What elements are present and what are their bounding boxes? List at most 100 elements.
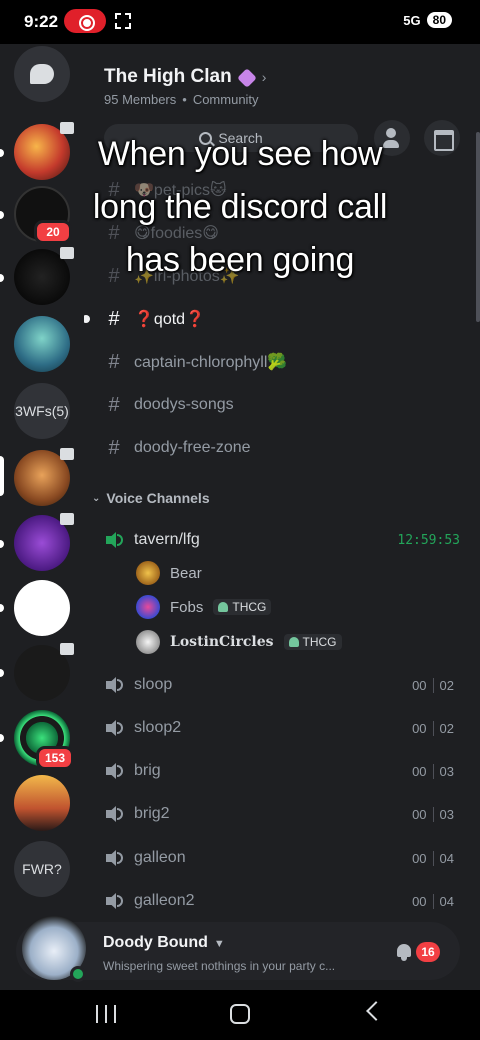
server-header[interactable]: The High Clan › 95 MembersCommunity: [104, 66, 266, 107]
user-limit-value: 04: [432, 850, 460, 866]
mushroom-icon: [218, 602, 229, 612]
server-folder[interactable]: 3WFs(5): [14, 383, 70, 439]
server-icon-6[interactable]: [14, 513, 74, 571]
hash-icon: #: [108, 221, 120, 244]
hash-icon: #: [108, 350, 120, 373]
screen-share-icon: [60, 122, 74, 134]
unread-pill: [0, 734, 4, 742]
voice-user-lostincircles[interactable]: LostinCircles THCG: [136, 627, 342, 657]
server-type: Community: [176, 92, 258, 107]
recent-apps-button[interactable]: [96, 1005, 116, 1023]
voice-channel-tavern-lfg[interactable]: tavern/lfg 12:59:53: [104, 523, 464, 557]
server-icon-10[interactable]: [14, 775, 70, 831]
hash-icon: #: [108, 436, 120, 459]
channel-captain-chlorophyll[interactable]: # captain-chlorophyll🥦: [104, 345, 464, 379]
status-bar: 9:22 5G 80: [0, 0, 480, 44]
voice-channel-sloop[interactable]: sloop 00 02: [104, 668, 464, 702]
channel-name: ✨irl-photos✨: [134, 268, 240, 285]
voice-channel-galleon[interactable]: galleon 00 04: [104, 841, 464, 875]
chevron-down-icon: ⌄: [92, 492, 101, 504]
server-icon-savage-squad[interactable]: 20: [14, 186, 72, 244]
direct-messages-button[interactable]: [14, 46, 70, 102]
channel-doody-free-zone[interactable]: # doody-free-zone: [104, 431, 464, 465]
system-nav-bar: [0, 990, 480, 1040]
voice-channel-name: brig: [134, 762, 161, 779]
scrollbar[interactable]: [476, 132, 480, 322]
server-fwr[interactable]: FWR?: [14, 841, 70, 897]
screen-record-icon[interactable]: [64, 9, 106, 33]
channel-doodys-songs[interactable]: # doodys-songs: [104, 388, 464, 422]
avatar: [136, 630, 160, 654]
channel-qotd[interactable]: # ❓qotd❓: [84, 302, 464, 336]
members-button[interactable]: [374, 120, 410, 156]
speaker-icon: [60, 643, 74, 655]
channel-list: The High Clan › 95 MembersCommunity Searc…: [84, 44, 480, 990]
user-count: 00: [412, 806, 427, 822]
voice-channel-name: tavern/lfg: [134, 531, 200, 548]
server-icon-9[interactable]: 153: [14, 710, 74, 770]
channel-irl-photos[interactable]: # ✨irl-photos✨: [104, 259, 464, 293]
voice-channel-name: galleon2: [134, 892, 195, 909]
server-icon-high-clan[interactable]: [14, 448, 74, 506]
speaker-icon: [104, 805, 124, 823]
server-icon-4[interactable]: [14, 316, 70, 372]
channel-pet-pics[interactable]: # 🐶pet-pics🐱: [104, 173, 464, 207]
voice-channel-galleon2[interactable]: galleon2 00 04: [104, 884, 464, 918]
speaker-icon: [104, 719, 124, 737]
mushroom-icon: [288, 637, 299, 647]
voice-user-name: Bear: [170, 564, 202, 582]
home-button[interactable]: [230, 1004, 250, 1024]
notification-badge: 16: [416, 942, 440, 962]
server-icon-1[interactable]: [14, 122, 74, 180]
clan-tag-label: THCG: [302, 635, 337, 649]
chevron-right-icon: ›: [261, 69, 267, 85]
hash-icon: #: [108, 178, 120, 201]
user-name-label: Doody Bound: [103, 934, 208, 951]
selected-pill: [0, 456, 4, 496]
voice-channel-name: sloop: [134, 676, 173, 693]
user-limit: 00 02: [406, 720, 460, 736]
voice-channel-name: brig2: [134, 805, 170, 822]
speaker-icon: [104, 762, 124, 780]
chevron-down-icon: ▼: [213, 938, 225, 950]
user-limit-value: 03: [432, 806, 460, 822]
section-title: Voice Channels: [106, 490, 210, 506]
discord-app: 20 3WFs(5) 153 FWR? The High Clan › 95 Me…: [0, 44, 480, 990]
voice-user-fobs[interactable]: Fobs THCG: [136, 592, 272, 622]
channel-name: ❓qotd❓: [134, 311, 205, 328]
server-name: The High Clan: [104, 66, 232, 87]
server-rail: 20 3WFs(5) 153 FWR?: [0, 44, 84, 990]
voice-channel-name: sloop2: [134, 719, 182, 736]
unread-pill: [0, 669, 4, 677]
bell-icon[interactable]: [396, 944, 412, 961]
user-count: 00: [412, 893, 427, 909]
user-limit: 00 03: [406, 763, 460, 779]
server-icon-3[interactable]: [14, 247, 74, 305]
user-limit: 00 02: [406, 677, 460, 693]
voice-section-header[interactable]: ⌄ Voice Channels: [92, 490, 210, 506]
server-icon-arc-raiders[interactable]: [14, 643, 74, 701]
battery-level: 80: [426, 12, 452, 28]
voice-channel-brig2[interactable]: brig2 00 03: [104, 797, 464, 831]
user-count: 00: [412, 763, 427, 779]
user-name[interactable]: Doody Bound ▼: [103, 934, 225, 952]
voice-channel-brig[interactable]: brig 00 03: [104, 754, 464, 788]
server-icon-7[interactable]: [14, 580, 70, 636]
speaker-icon: [104, 676, 124, 694]
server-fwr-label: FWR?: [22, 861, 62, 877]
clan-tag-label: THCG: [232, 600, 267, 614]
events-button[interactable]: [424, 120, 460, 156]
server-subtitle: 95 MembersCommunity: [104, 92, 266, 107]
user-limit-value: 04: [432, 893, 460, 909]
voice-user-bear[interactable]: Bear: [136, 558, 202, 588]
channel-foodies[interactable]: # 😋foodies😋: [104, 216, 464, 250]
search-button[interactable]: Search: [104, 124, 358, 152]
voice-user-name: LostinCircles: [170, 634, 274, 650]
unread-pill: [0, 604, 4, 612]
unread-pill: [0, 274, 4, 282]
channel-name: 🐶pet-pics🐱: [134, 182, 227, 199]
user-count: 00: [412, 677, 427, 693]
back-button[interactable]: [366, 1001, 386, 1021]
voice-channel-sloop2[interactable]: sloop2 00 02: [104, 711, 464, 745]
voice-channel-name: galleon: [134, 849, 186, 866]
